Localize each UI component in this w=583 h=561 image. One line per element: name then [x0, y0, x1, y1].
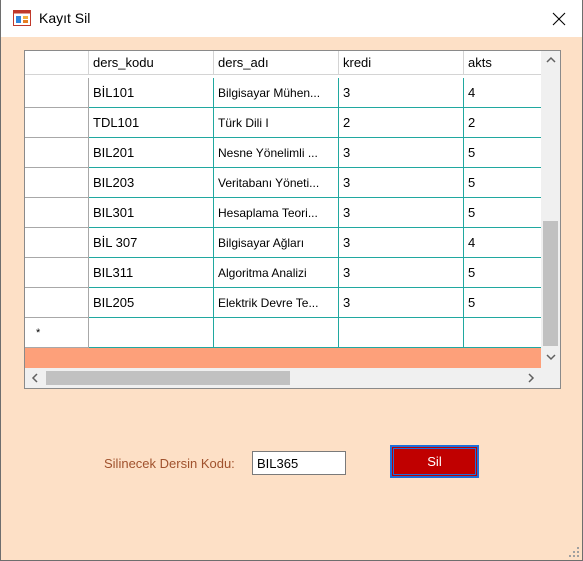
row-header[interactable]	[25, 168, 89, 198]
table-row[interactable]: BİL 307 Bilgisayar Ağları 3 4	[25, 228, 542, 258]
cell-akts[interactable]: 4	[464, 228, 542, 258]
table-row[interactable]: BIL203 Veritabanı Yöneti... 3 5	[25, 168, 542, 198]
cell-akts[interactable]: 5	[464, 288, 542, 318]
grid-header-row: ders_kodu ders_adı kredi akts	[25, 51, 542, 75]
cell-ders-adi[interactable]: Hesaplama Teori...	[214, 198, 339, 228]
cell-ders-adi[interactable]	[214, 318, 339, 348]
column-header-ders-kodu[interactable]: ders_kodu	[89, 51, 214, 75]
grid-body: ders_kodu ders_adı kredi akts BİL101 Bil…	[25, 51, 542, 369]
cell-ders-adi[interactable]: Algoritma Analizi	[214, 258, 339, 288]
row-header[interactable]	[25, 258, 89, 288]
horizontal-scroll-thumb[interactable]	[46, 371, 290, 385]
delete-button[interactable]: Sil	[390, 445, 479, 478]
chevron-left-icon	[31, 373, 38, 383]
horizontal-scrollbar[interactable]	[25, 368, 560, 388]
scroll-down-button[interactable]	[541, 349, 560, 366]
course-code-label: Silinecek Dersin Kodu:	[104, 456, 235, 471]
cell-akts[interactable]: 4	[464, 78, 542, 108]
table-row[interactable]: BIL201 Nesne Yönelimli ... 3 5	[25, 138, 542, 168]
column-header-kredi[interactable]: kredi	[339, 51, 464, 75]
close-button[interactable]	[536, 0, 582, 37]
chevron-down-icon	[545, 354, 556, 361]
form-app-icon	[13, 10, 31, 26]
chevron-up-icon	[545, 56, 556, 63]
row-header[interactable]	[25, 288, 89, 318]
row-header[interactable]	[25, 78, 89, 108]
table-row[interactable]: BIL311 Algoritma Analizi 3 5	[25, 258, 542, 288]
cell-kredi[interactable]: 2	[339, 108, 464, 138]
table-row[interactable]: BIL301 Hesaplama Teori... 3 5	[25, 198, 542, 228]
courses-data-grid[interactable]: ders_kodu ders_adı kredi akts BİL101 Bil…	[24, 50, 561, 389]
cell-kredi[interactable]: 3	[339, 288, 464, 318]
cell-kredi[interactable]: 3	[339, 138, 464, 168]
row-header-corner[interactable]	[25, 51, 89, 75]
cell-ders-kodu[interactable]: TDL101	[89, 108, 214, 138]
cell-ders-adi[interactable]: Bilgisayar Mühen...	[214, 78, 339, 108]
grid-empty-area	[25, 348, 542, 369]
cell-ders-adi[interactable]: Veritabanı Yöneti...	[214, 168, 339, 198]
cell-akts[interactable]: 5	[464, 198, 542, 228]
course-code-input[interactable]	[252, 451, 346, 475]
column-header-akts[interactable]: akts	[464, 51, 542, 75]
close-icon	[552, 12, 566, 25]
cell-ders-adi[interactable]: Bilgisayar Ağları	[214, 228, 339, 258]
cell-ders-kodu[interactable]: BİL 307	[89, 228, 214, 258]
row-header[interactable]	[25, 108, 89, 138]
cell-kredi[interactable]: 3	[339, 198, 464, 228]
vertical-scrollbar[interactable]	[541, 51, 560, 369]
cell-ders-adi[interactable]: Türk Dili I	[214, 108, 339, 138]
cell-kredi[interactable]	[339, 318, 464, 348]
new-row[interactable]: *	[25, 318, 542, 348]
resize-grip-icon[interactable]	[569, 547, 579, 557]
chevron-right-icon	[528, 373, 535, 383]
new-row-marker[interactable]: *	[25, 318, 89, 348]
cell-ders-kodu[interactable]: BIL203	[89, 168, 214, 198]
cell-ders-kodu[interactable]	[89, 318, 214, 348]
kayit-sil-window: Kayıt Sil ders_kodu ders_adı kredi akts …	[0, 0, 583, 561]
cell-ders-kodu[interactable]: BIL311	[89, 258, 214, 288]
column-header-ders-adi[interactable]: ders_adı	[214, 51, 339, 75]
row-header[interactable]	[25, 228, 89, 258]
cell-kredi[interactable]: 3	[339, 168, 464, 198]
cell-ders-kodu[interactable]: BIL201	[89, 138, 214, 168]
title-bar: Kayıt Sil	[1, 0, 582, 37]
cell-akts[interactable]: 5	[464, 138, 542, 168]
cell-kredi[interactable]: 3	[339, 78, 464, 108]
table-row[interactable]: BİL101 Bilgisayar Mühen... 3 4	[25, 78, 542, 108]
scroll-up-button[interactable]	[541, 51, 560, 68]
row-header[interactable]	[25, 138, 89, 168]
scrollbar-corner	[541, 368, 560, 388]
row-header[interactable]	[25, 198, 89, 228]
vertical-scroll-thumb[interactable]	[543, 221, 558, 346]
cell-akts[interactable]: 5	[464, 258, 542, 288]
cell-ders-adi[interactable]: Elektrik Devre Te...	[214, 288, 339, 318]
cell-kredi[interactable]: 3	[339, 228, 464, 258]
cell-akts[interactable]: 5	[464, 168, 542, 198]
table-row[interactable]: TDL101 Türk Dili I 2 2	[25, 108, 542, 138]
scroll-right-button[interactable]	[522, 368, 541, 388]
cell-akts[interactable]	[464, 318, 542, 348]
scroll-left-button[interactable]	[25, 368, 44, 388]
cell-akts[interactable]: 2	[464, 108, 542, 138]
cell-ders-kodu[interactable]: BIL205	[89, 288, 214, 318]
table-row[interactable]: BIL205 Elektrik Devre Te... 3 5	[25, 288, 542, 318]
cell-ders-kodu[interactable]: BIL301	[89, 198, 214, 228]
cell-ders-kodu[interactable]: BİL101	[89, 78, 214, 108]
cell-kredi[interactable]: 3	[339, 258, 464, 288]
cell-ders-adi[interactable]: Nesne Yönelimli ...	[214, 138, 339, 168]
window-title: Kayıt Sil	[39, 10, 91, 26]
